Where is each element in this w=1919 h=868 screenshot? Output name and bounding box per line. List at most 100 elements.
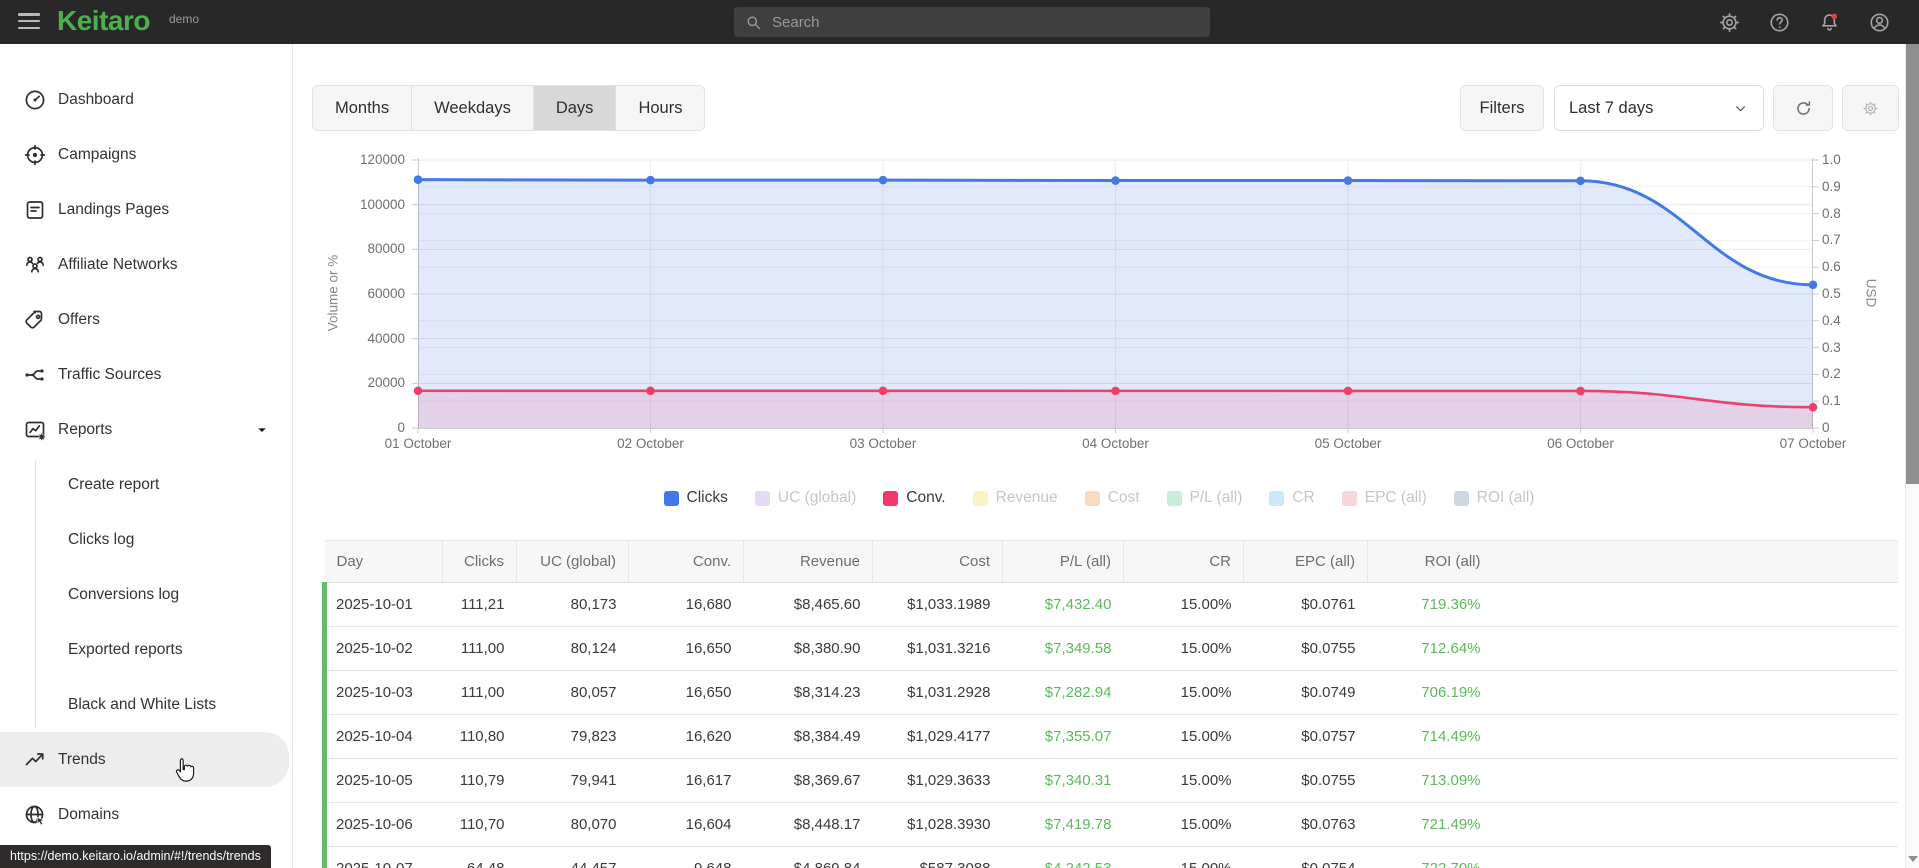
sidebar-subitem-black-and-white-lists[interactable]: Black and White Lists xyxy=(0,677,292,732)
column-header-clicks[interactable]: Clicks xyxy=(442,540,517,583)
sidebar-subitem-conversions-log[interactable]: Conversions log xyxy=(0,567,292,622)
sidebar-item-label: Domains xyxy=(58,805,120,823)
search-input[interactable] xyxy=(772,13,1200,31)
cell-revenue: $8,314.23 xyxy=(743,670,873,715)
cell-roi-all: 722.70% xyxy=(1367,846,1493,868)
sidebar-item-label: Reports xyxy=(58,420,113,438)
legend-label: ROI (all) xyxy=(1476,489,1535,506)
sidebar-item-affiliate-networks[interactable]: Affiliate Networks xyxy=(0,237,292,292)
cell-cost: $587.3088 xyxy=(872,846,1003,868)
cell-filler xyxy=(1492,582,1898,627)
column-header-p-l-all[interactable]: P/L (all) xyxy=(1002,540,1124,583)
search-box[interactable] xyxy=(734,7,1210,37)
sidebar-subitem-create-report[interactable]: Create report xyxy=(0,457,292,512)
left-axis-tick: 20000 xyxy=(367,375,405,391)
sidebar-item-traffic-sources[interactable]: Traffic Sources xyxy=(0,347,292,402)
offers-tag-icon xyxy=(23,308,47,332)
sidebar-item-dashboard[interactable]: Dashboard xyxy=(0,72,292,127)
legend-item-epc-all[interactable]: EPC (all) xyxy=(1341,489,1427,507)
tab-days[interactable]: Days xyxy=(532,86,616,130)
right-axis-tick: 0.5 xyxy=(1822,286,1841,301)
scrollbar-down-arrow-icon[interactable] xyxy=(1908,856,1918,862)
legend-item-conv[interactable]: Conv. xyxy=(883,489,946,507)
tab-weekdays[interactable]: Weekdays xyxy=(411,86,533,130)
left-axis-tick: 60000 xyxy=(367,286,405,301)
legend-item-cost[interactable]: Cost xyxy=(1084,489,1140,507)
legend-swatch xyxy=(1269,490,1285,506)
left-axis-tick: 40000 xyxy=(367,330,405,346)
cell-conv: 16,604 xyxy=(628,802,744,847)
column-header-cr[interactable]: CR xyxy=(1123,540,1244,583)
cell-cr: 15.00% xyxy=(1123,670,1244,715)
right-axis-tick: 0.8 xyxy=(1822,205,1841,221)
sidebar-item-domains[interactable]: Domains xyxy=(0,787,292,842)
cell-day: 2025-10-06 xyxy=(322,802,443,847)
column-header-cost[interactable]: Cost xyxy=(872,540,1003,583)
sidebar-item-reports[interactable]: Reports xyxy=(0,402,292,457)
landing-pages-icon xyxy=(23,198,47,222)
sidebar-subitem-exported-reports[interactable]: Exported reports xyxy=(0,622,292,677)
tab-months[interactable]: Months xyxy=(313,86,411,130)
cell-revenue: $8,384.49 xyxy=(743,714,873,759)
cell-cr: 15.00% xyxy=(1123,802,1244,847)
cell-epc-all: $0.0761 xyxy=(1243,582,1368,627)
date-range-select[interactable]: Last 7 days xyxy=(1554,85,1764,131)
status-url-tooltip: https://demo.keitaro.io/admin/#!/trends/… xyxy=(0,845,271,868)
cell-revenue: $8,380.90 xyxy=(743,626,873,671)
vertical-scrollbar[interactable] xyxy=(1905,44,1919,868)
hamburger-menu-icon[interactable] xyxy=(18,13,40,31)
right-axis-tick: 1.0 xyxy=(1822,152,1841,167)
cell-day: 2025-10-01 xyxy=(322,582,443,627)
brand-logo[interactable]: Keitaro xyxy=(57,5,150,37)
legend-swatch xyxy=(883,490,899,506)
cell-cr: 15.00% xyxy=(1123,582,1244,627)
table-row: 2025-10-0764,4844,4579,648$4,869.84$587.… xyxy=(322,846,1898,868)
notifications-bell-icon[interactable] xyxy=(1818,11,1841,34)
chart-plot-area[interactable] xyxy=(412,158,1819,436)
tab-hours[interactable]: Hours xyxy=(615,86,704,130)
cell-cost: $1,028.3930 xyxy=(872,802,1003,847)
settings-gear-icon[interactable] xyxy=(1718,11,1741,34)
left-axis-tick: 100000 xyxy=(359,196,405,212)
left-axis-title: Volume or % xyxy=(325,254,341,332)
legend-label: Cost xyxy=(1107,489,1140,506)
right-axis-tick: 0.1 xyxy=(1822,393,1841,409)
legend-item-cr[interactable]: CR xyxy=(1269,489,1315,507)
scrollbar-thumb[interactable] xyxy=(1906,44,1919,484)
chart-settings-button[interactable] xyxy=(1842,85,1899,131)
legend-item-p-l-all[interactable]: P/L (all) xyxy=(1166,489,1242,507)
column-header-day[interactable]: Day xyxy=(324,540,443,583)
legend-swatch xyxy=(663,490,679,506)
legend-label: CR xyxy=(1292,489,1315,506)
legend-item-clicks[interactable]: Clicks xyxy=(663,489,728,507)
legend-swatch xyxy=(1084,490,1100,506)
cell-p-l-all: $7,349.58 xyxy=(1002,626,1124,671)
cell-roi-all: 721.49% xyxy=(1367,802,1493,847)
legend-item-roi-all[interactable]: ROI (all) xyxy=(1453,489,1535,507)
sidebar-subitem-clicks-log[interactable]: Clicks log xyxy=(0,512,292,567)
right-axis-tick: 0 xyxy=(1822,420,1830,435)
filters-button[interactable]: Filters xyxy=(1460,85,1544,131)
legend-item-uc-global[interactable]: UC (global) xyxy=(754,489,856,507)
column-header-conv[interactable]: Conv. xyxy=(628,540,744,583)
sidebar-item-offers[interactable]: Offers xyxy=(0,292,292,347)
column-header-revenue[interactable]: Revenue xyxy=(743,540,873,583)
chart-settings-gear-icon xyxy=(1862,100,1879,117)
legend-item-revenue[interactable]: Revenue xyxy=(972,489,1058,507)
cell-day: 2025-10-05 xyxy=(322,758,443,803)
cell-roi-all: 712.64% xyxy=(1367,626,1493,671)
column-header-epc-all[interactable]: EPC (all) xyxy=(1243,540,1368,583)
table-row: 2025-10-02 111,00 80,124 16,650 $8,380.90 $1,… xyxy=(322,626,1898,671)
account-icon[interactable] xyxy=(1868,11,1891,34)
cell-p-l-all: $7,340.31 xyxy=(1002,758,1124,803)
refresh-button[interactable] xyxy=(1773,85,1833,131)
trends-icon xyxy=(23,748,47,772)
sidebar-item-landings-pages[interactable]: Landings Pages xyxy=(0,182,292,237)
reports-icon xyxy=(23,418,47,442)
sidebar-item-trends[interactable]: Trends xyxy=(0,732,289,787)
cell-uc-global: 80,057 xyxy=(516,670,629,715)
column-header-roi-all[interactable]: ROI (all) xyxy=(1367,540,1493,583)
column-header-uc-global[interactable]: UC (global) xyxy=(516,540,629,583)
sidebar-item-campaigns[interactable]: Campaigns xyxy=(0,127,292,182)
help-icon[interactable] xyxy=(1768,11,1791,34)
